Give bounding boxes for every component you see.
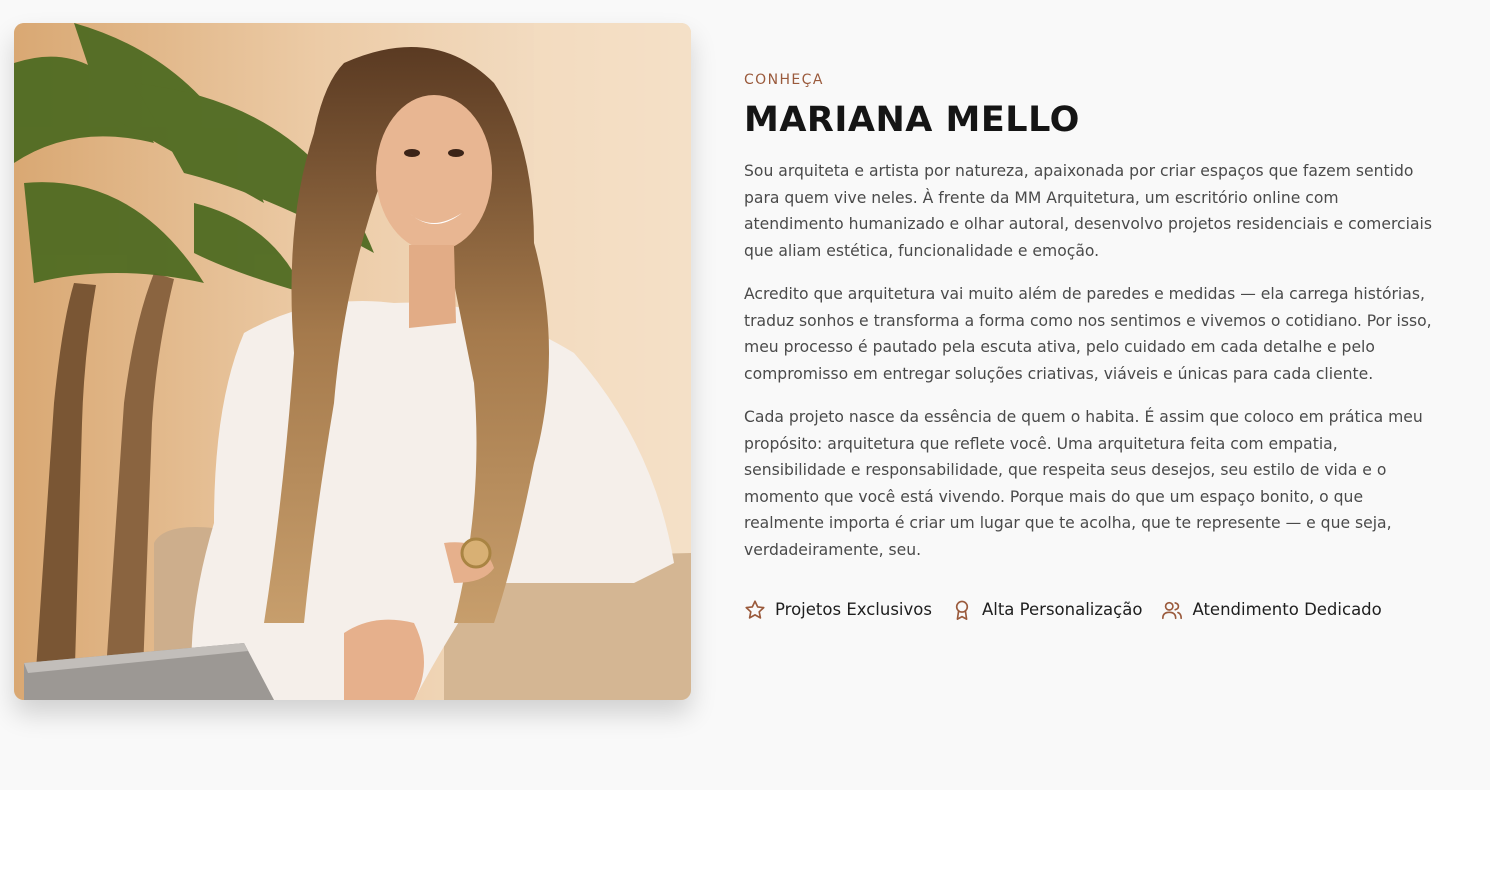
feature-label: Alta Personalização: [981, 600, 1143, 619]
profile-photo: [14, 23, 691, 700]
bio-paragraph-2: Acredito que arquitetura vai muito além …: [744, 285, 1432, 383]
section-eyebrow: CONHEÇA: [744, 72, 824, 88]
bio-paragraph-3: Cada projeto nasce da essência de quem o…: [744, 408, 1423, 559]
feature-list: Projetos Exclusivos Alta Personalização: [744, 599, 1434, 621]
feature-label: Projetos Exclusivos: [775, 600, 932, 619]
feature-label: Atendimento Dedicado: [1192, 600, 1382, 619]
feature-item-projetos-exclusivos: Projetos Exclusivos: [744, 599, 932, 621]
award-icon: [951, 599, 973, 621]
users-icon: [1161, 599, 1183, 621]
page-title: MARIANA MELLO: [744, 100, 1080, 140]
feature-item-alta-personalizacao: Alta Personalização: [951, 599, 1142, 621]
bio-paragraph-1: Sou arquiteta e artista por natureza, ap…: [744, 162, 1432, 260]
about-content: CONHEÇA MARIANA MELLO Sou arquiteta e ar…: [744, 68, 1434, 621]
star-icon: [744, 599, 766, 621]
about-section: CONHEÇA MARIANA MELLO Sou arquiteta e ar…: [0, 0, 1490, 790]
feature-item-atendimento-dedicado: Atendimento Dedicado: [1161, 599, 1382, 621]
